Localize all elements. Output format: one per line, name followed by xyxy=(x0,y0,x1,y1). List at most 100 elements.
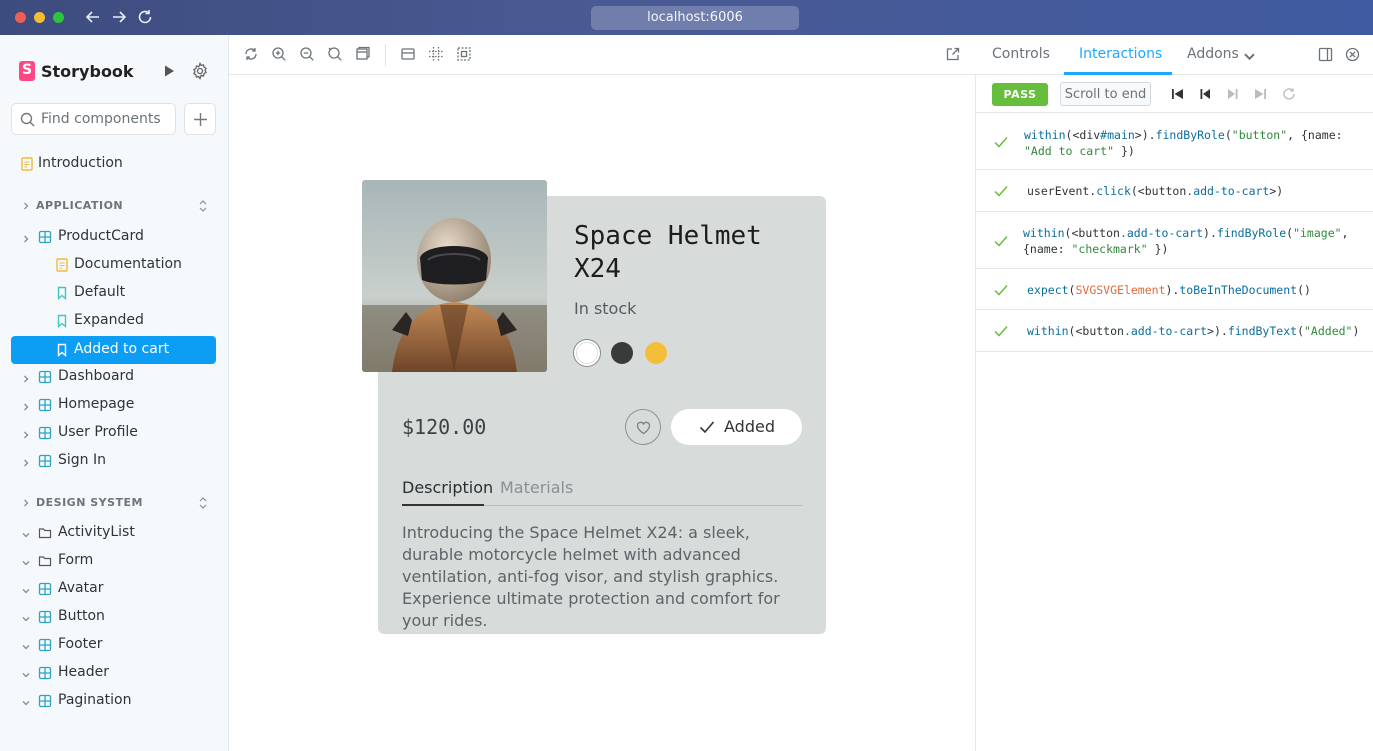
tab-materials[interactable]: Materials xyxy=(500,478,573,497)
section-application[interactable]: APPLICATION xyxy=(11,196,216,216)
remount-icon[interactable] xyxy=(243,46,259,62)
bookmark-icon xyxy=(55,286,69,301)
search-box xyxy=(11,103,176,135)
sidebar-item-dashboard[interactable]: Dashboard xyxy=(11,364,216,390)
check-icon xyxy=(994,186,1008,197)
chevron-down-icon xyxy=(21,584,31,594)
folder-icon xyxy=(38,526,52,540)
color-swatch-yellow[interactable] xyxy=(645,342,667,364)
panel-orientation-icon[interactable] xyxy=(1318,47,1333,62)
sidebar-item-introduction[interactable]: Introduction xyxy=(11,151,216,177)
sidebar-item-label: Documentation xyxy=(74,256,182,272)
viewport-icon[interactable] xyxy=(400,46,416,62)
sidebar-item-header[interactable]: Header xyxy=(11,660,216,686)
section-design-system[interactable]: DESIGN SYSTEM xyxy=(11,493,216,513)
toolbar-divider xyxy=(385,44,386,66)
sidebar-item-button[interactable]: Button xyxy=(11,604,216,630)
chevron-down-icon xyxy=(21,528,31,538)
bookmark-icon xyxy=(55,343,69,358)
document-icon xyxy=(55,258,69,272)
sidebar-item-sign-in[interactable]: Sign In xyxy=(11,448,216,474)
product-description: Introducing the Space Helmet X24: a slee… xyxy=(402,523,780,630)
sidebar-item-label: Footer xyxy=(58,636,103,652)
go-to-start-icon[interactable] xyxy=(1170,87,1184,101)
favorite-button[interactable] xyxy=(625,409,661,445)
sidebar-item-label: Pagination xyxy=(58,692,132,708)
go-to-end-icon[interactable] xyxy=(1254,87,1268,101)
check-icon xyxy=(994,236,1008,247)
check-icon xyxy=(994,326,1008,337)
stock-status: In stock xyxy=(574,299,637,318)
color-swatch-white[interactable] xyxy=(576,342,598,364)
rerun-icon[interactable] xyxy=(1282,87,1296,101)
interaction-row[interactable]: within(<button.add-to-cart>).findByText(… xyxy=(976,310,1373,352)
sidebar-item-expanded[interactable]: Expanded xyxy=(11,308,216,334)
sidebar-item-activitylist[interactable]: ActivityList xyxy=(11,520,216,546)
grid-icon[interactable] xyxy=(428,46,444,62)
interaction-code: within(<button.add-to-cart).findByRole("… xyxy=(1023,226,1349,256)
sidebar-item-label: Introduction xyxy=(38,155,123,171)
add-to-cart-button[interactable]: Added xyxy=(671,409,802,445)
tab-interactions[interactable]: Interactions xyxy=(1079,46,1162,62)
reset-zoom-icon[interactable] xyxy=(327,46,343,62)
search-input[interactable] xyxy=(41,109,171,129)
tab-addons[interactable]: Addons xyxy=(1187,46,1239,62)
step-forward-icon[interactable] xyxy=(1226,87,1240,101)
chevron-down-icon[interactable] xyxy=(1242,49,1255,61)
open-new-tab-icon[interactable] xyxy=(945,46,961,62)
sidebar-item-homepage[interactable]: Homepage xyxy=(11,392,216,418)
sidebar-item-avatar[interactable]: Avatar xyxy=(11,576,216,602)
preview-toolbar xyxy=(229,35,976,75)
sidebar-item-form[interactable]: Form xyxy=(11,548,216,574)
step-back-icon[interactable] xyxy=(1198,87,1212,101)
section-label: APPLICATION xyxy=(36,199,124,212)
scroll-to-end-button[interactable]: Scroll to end xyxy=(1060,82,1151,106)
sidebar: Storybook Introduction APPLICATION Produ… xyxy=(0,35,229,751)
product-image xyxy=(362,180,547,372)
address-bar[interactable]: localhost:6006 xyxy=(591,6,799,30)
sidebar-item-default[interactable]: Default xyxy=(11,280,216,306)
sidebar-item-footer[interactable]: Footer xyxy=(11,632,216,658)
expand-collapse-icon[interactable] xyxy=(197,199,209,213)
gear-icon[interactable] xyxy=(191,62,209,80)
interaction-row[interactable]: within(<div#main>).findByRole("button", … xyxy=(976,113,1373,170)
sidebar-item-label: Button xyxy=(58,608,105,624)
panel-tabs: Controls Interactions Addons xyxy=(976,35,1373,75)
background-icon[interactable] xyxy=(355,46,371,62)
sidebar-item-added-to-cart[interactable]: Added to cart xyxy=(11,336,216,364)
sidebar-item-pagination[interactable]: Pagination xyxy=(11,688,216,714)
sidebar-item-label: Added to cart xyxy=(74,341,170,357)
sidebar-item-documentation[interactable]: Documentation xyxy=(11,252,216,278)
sidebar-item-user-profile[interactable]: User Profile xyxy=(11,420,216,446)
maximize-window-button[interactable] xyxy=(53,12,64,23)
zoom-out-icon[interactable] xyxy=(299,46,315,62)
sidebar-item-productcard[interactable]: ProductCard xyxy=(11,224,216,250)
folder-icon xyxy=(38,554,52,568)
tab-controls[interactable]: Controls xyxy=(992,46,1050,62)
back-arrow-icon[interactable] xyxy=(83,7,103,27)
chevron-right-icon xyxy=(21,372,31,383)
outline-icon[interactable] xyxy=(456,46,472,62)
status-badge: PASS xyxy=(992,83,1048,106)
interaction-row[interactable]: userEvent.click(<button.add-to-cart>) xyxy=(976,170,1373,212)
component-icon xyxy=(38,426,52,440)
zoom-in-icon[interactable] xyxy=(271,46,287,62)
close-panel-icon[interactable] xyxy=(1345,47,1360,62)
add-story-button[interactable] xyxy=(184,103,216,135)
chevron-down-icon xyxy=(21,640,31,650)
interaction-code: within(<div#main>).findByRole("button", … xyxy=(1024,128,1343,158)
forward-arrow-icon[interactable] xyxy=(109,7,129,27)
play-icon[interactable] xyxy=(161,63,177,79)
interaction-row[interactable]: within(<button.add-to-cart).findByRole("… xyxy=(976,212,1373,269)
tab-description[interactable]: Description xyxy=(402,478,493,497)
expand-collapse-icon[interactable] xyxy=(197,496,209,510)
close-window-button[interactable] xyxy=(15,12,26,23)
chevron-right-icon xyxy=(21,456,31,467)
component-icon xyxy=(38,398,52,412)
minimize-window-button[interactable] xyxy=(34,12,45,23)
reload-icon[interactable] xyxy=(135,7,155,27)
heart-icon xyxy=(636,421,651,435)
interaction-row[interactable]: expect(SVGSVGElement).toBeInTheDocument(… xyxy=(976,269,1373,310)
color-swatch-dark[interactable] xyxy=(611,342,633,364)
storybook-logo[interactable]: Storybook xyxy=(19,60,134,82)
